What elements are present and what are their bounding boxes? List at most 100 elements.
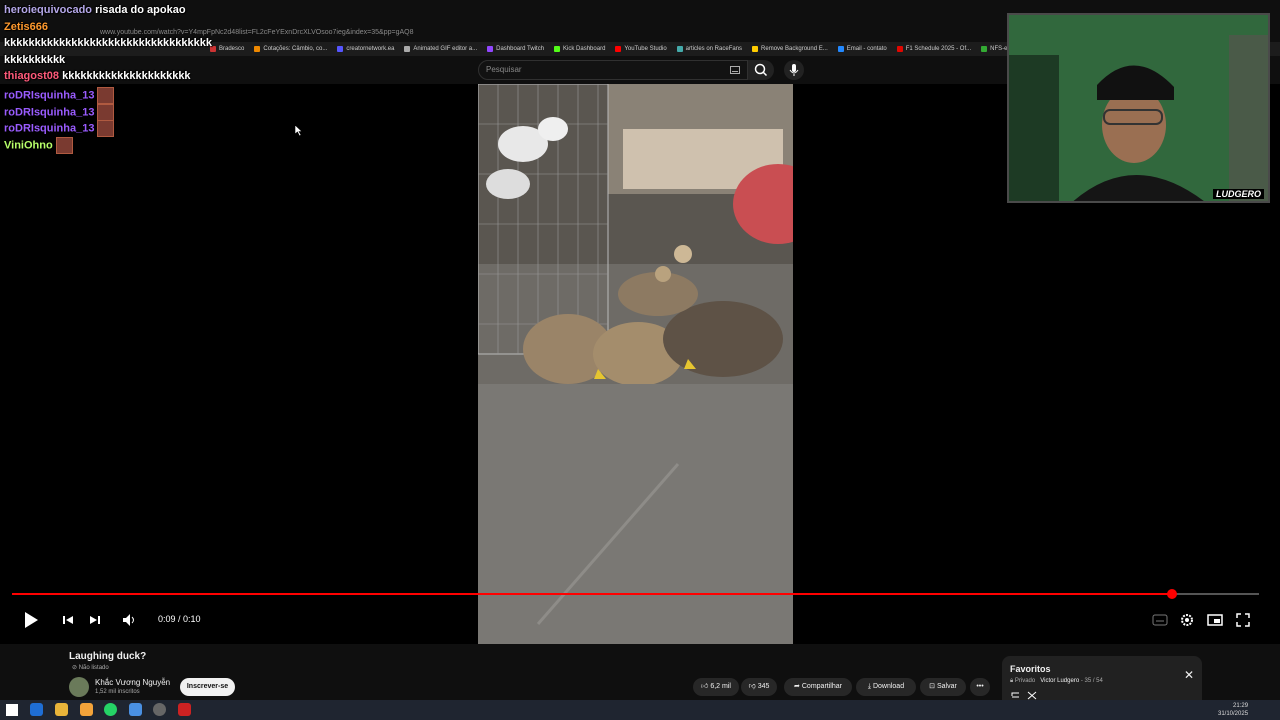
chat-username: roDRIsquinha_13 [4, 89, 95, 102]
search-button[interactable] [748, 60, 774, 80]
browser-taskbar-icon[interactable] [30, 703, 43, 716]
playlist-title[interactable]: Favoritos [1010, 664, 1051, 674]
address-bar[interactable]: www.youtube.com/watch?v=Y4mpFpNc2d48list… [100, 27, 980, 39]
clock-time: 21:29 [1233, 703, 1249, 709]
mouse-cursor-icon [295, 125, 303, 136]
bookmark-item[interactable]: creatornetwork.ea [337, 46, 394, 52]
subscriber-count: 1,52 mil inscritos [95, 689, 140, 695]
chat-text: kkkkkkkkkk [4, 54, 66, 66]
video-frame[interactable] [478, 84, 793, 644]
shuffle-icon[interactable] [1027, 691, 1037, 700]
chat-text: risada do apokao [95, 4, 186, 16]
obs-icon[interactable] [153, 703, 166, 716]
app-red-icon[interactable] [178, 703, 191, 716]
download-button[interactable]: ⤓ Download [856, 678, 916, 696]
discord-icon[interactable] [129, 703, 142, 716]
theater-mode-icon[interactable] [1206, 611, 1224, 629]
share-label: Compartilhar [801, 683, 842, 690]
close-icon[interactable]: ✕ [1184, 668, 1194, 682]
thumbs-down-icon: 👎︎ [748, 683, 756, 690]
remove-bg-icon [752, 46, 759, 52]
email-icon [837, 46, 844, 52]
download-icon: ⤓ [867, 683, 871, 690]
bookmark-item[interactable]: Kick Dashboard [554, 46, 605, 52]
twitch-icon [487, 46, 494, 52]
clock-date: 31/10/2025 [1218, 711, 1249, 717]
like-button[interactable]: 👍︎ 6,2 mil [693, 678, 739, 696]
subtitles-icon[interactable] [1151, 611, 1169, 629]
chat-message: Zetis666 [4, 21, 48, 33]
fullscreen-icon[interactable] [1234, 611, 1252, 629]
kick-icon [554, 46, 561, 52]
gif-icon [404, 46, 411, 52]
bookmark-item[interactable]: Animated GIF editor a... [404, 46, 477, 52]
chat-message: thiagost08 kkkkkkkkkkkkkkkkkkkkk [4, 70, 191, 82]
lock-icon: 🔒︎ [1010, 678, 1014, 684]
emote-icon [97, 104, 115, 121]
whatsapp-icon[interactable] [104, 703, 117, 716]
webcam-overlay: LUDGERO [1007, 13, 1270, 203]
chat-username: heroiequivocado [4, 4, 93, 16]
chat-message: roDRIsquinha_13 [4, 120, 115, 137]
loop-icon[interactable] [1011, 692, 1019, 698]
voice-search-button[interactable] [784, 60, 804, 80]
emote-icon [97, 87, 115, 104]
emote-icon [55, 137, 73, 154]
microphone-icon [789, 64, 799, 76]
settings-gear-icon[interactable] [1178, 611, 1196, 629]
time-display: 0:09 / 0:10 [158, 614, 201, 624]
bookmark-item[interactable]: Dashboard Twitch [487, 46, 544, 52]
previous-icon[interactable] [59, 611, 77, 629]
playlist-position: 35 / 54 [1084, 678, 1103, 684]
chat-text: kkkkkkkkkkkkkkkkkkkkk [62, 70, 191, 82]
chat-username: ViniOhno [4, 139, 53, 152]
bookmark-item[interactable]: Cotações: Câmbio, co... [254, 46, 327, 52]
progress-scrubber[interactable] [1166, 589, 1177, 599]
share-button[interactable]: ➦ Compartilhar [784, 678, 852, 696]
windows-start-icon[interactable] [6, 704, 18, 716]
bookmark-item[interactable]: F1 Schedule 2025 - Of... [896, 46, 971, 52]
bookmark-item[interactable]: Email - contato [837, 46, 887, 52]
playlist-owner[interactable]: Victor Ludgero [1040, 678, 1079, 684]
thumbs-up-icon: 👍︎ [701, 683, 709, 690]
bookmark-item[interactable]: YouTube Studio [615, 46, 667, 52]
f1-icon [896, 46, 903, 52]
download-label: Download [872, 683, 905, 690]
more-actions-button[interactable]: ••• [970, 678, 990, 696]
playlist-controls [1011, 691, 1037, 700]
playlist-meta: 🔒︎ Privado Victor Ludgero - 35 / 54 [1010, 678, 1103, 684]
streamer-camera-image [1009, 15, 1268, 201]
play-icon[interactable] [22, 611, 40, 629]
chat-message: roDRIsquinha_13 [4, 104, 115, 121]
video-ducks-image [478, 84, 793, 644]
file-explorer-icon[interactable] [55, 703, 68, 716]
nfse-icon [981, 46, 988, 52]
next-icon[interactable] [86, 611, 104, 629]
save-button[interactable]: ⊡ Salvar [920, 678, 966, 696]
bookmark-item[interactable]: Remove Background E... [752, 46, 828, 52]
chat-username: roDRIsquinha_13 [4, 122, 95, 135]
playlist-privacy: Privado [1014, 678, 1036, 684]
volume-icon[interactable] [120, 611, 138, 629]
video-title: Laughing duck? [69, 651, 147, 662]
visibility-label: Não listado [78, 665, 109, 671]
keyboard-icon[interactable] [730, 66, 740, 74]
channel-name[interactable]: Khắc Vương Nguyễn [95, 678, 170, 687]
youtube-icon [615, 46, 622, 52]
bookmark-item[interactable]: articles on RaceFans [676, 46, 742, 52]
search-input[interactable]: Pesquisar [478, 60, 748, 80]
bookmark-item[interactable]: Bradesco [210, 46, 244, 52]
streamer-logo: LUDGERO [1213, 189, 1264, 199]
chat-username: Zetis666 [4, 21, 49, 33]
chat-username: roDRIsquinha_13 [4, 106, 95, 119]
save-label: Salvar [936, 683, 957, 690]
app-taskbar-icon[interactable] [80, 703, 93, 716]
channel-avatar[interactable] [69, 677, 89, 697]
chat-text: kkkkkkkkkkkkkkkkkkkkkkkkkkkkkkkkkk [4, 37, 213, 49]
exchange-icon [254, 46, 261, 52]
chat-message: heroiequivocado risada do apokao [4, 4, 186, 16]
subscribe-button[interactable]: Inscrever-se [180, 678, 235, 696]
dislike-button[interactable]: 👎︎ 345 [741, 678, 777, 696]
more-horizontal-icon: ••• [976, 683, 984, 690]
racefans-icon [676, 46, 683, 52]
